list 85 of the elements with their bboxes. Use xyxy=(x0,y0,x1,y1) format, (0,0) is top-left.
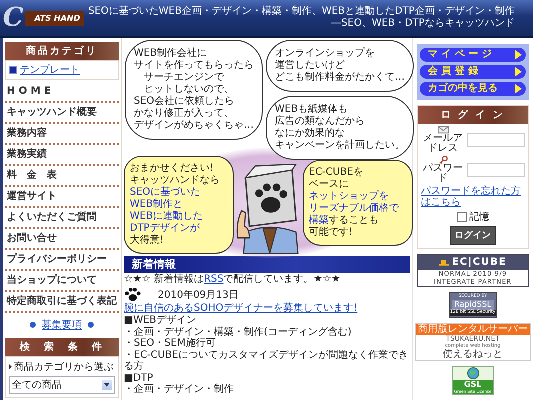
badge-brand: GSL xyxy=(453,380,493,389)
dot-icon xyxy=(30,322,36,328)
forgot-password-link[interactable]: パスワードを忘れた方はこちら xyxy=(418,186,528,208)
bubble-text: DTPデザインが xyxy=(130,223,201,234)
bubble-text: WEBに連動した xyxy=(130,211,204,223)
menu-item[interactable]: お問い合せ xyxy=(5,229,119,250)
menu-item[interactable]: プライバシーポリシー xyxy=(5,250,119,271)
bubble-text: ネットショップを xyxy=(309,191,390,202)
remember-checkbox[interactable] xyxy=(456,212,466,222)
category-select[interactable]: 全ての商品 xyxy=(9,376,115,394)
news-text-line: ■DTP xyxy=(124,372,154,384)
tagline: SEOに基づいたWEB企画・デザイン・構築・制作、WEBと連動したDTP企画・デザイン・制作 xyxy=(88,6,515,18)
news-date: 2010年09月13日 xyxy=(158,288,239,302)
news-text-line: ■WEBデザイン xyxy=(124,315,198,326)
section-header: 検 索 条 件 xyxy=(5,338,119,356)
news-intro: ☆★☆ 新着情報はRSSで配信しています。★☆★ xyxy=(124,274,342,285)
bubble-text: サーチエンジンで xyxy=(143,72,225,84)
paw-icon xyxy=(124,287,142,302)
remember-label: 記憶 xyxy=(470,210,490,224)
bubble-text: かなり修正が入って、 xyxy=(134,108,235,120)
menu-item[interactable]: よくいただくご質問 xyxy=(5,208,119,229)
banner-text: 商用版レンタルサーバー xyxy=(416,324,530,335)
news-link[interactable]: 腕に自信のあるSOHOデザイナーを募集しています! xyxy=(124,303,410,315)
member-nav-button[interactable]: マ イ ペ ー ジ xyxy=(420,48,526,62)
section-header: ロ グ イ ン xyxy=(418,106,528,124)
password-field[interactable] xyxy=(467,163,525,177)
bubble-text: WEBも紙媒体も xyxy=(275,104,350,116)
member-nav-button[interactable]: カゴの中を見る xyxy=(420,82,526,96)
globe-icon xyxy=(466,367,480,380)
menu-item[interactable]: 運営サイト xyxy=(5,187,119,208)
envelope-icon xyxy=(438,126,448,134)
seal-brand: RapidSSL xyxy=(452,300,494,310)
bubble-text: WEB制作と xyxy=(130,199,184,210)
email-field[interactable] xyxy=(467,133,525,147)
news-text-line: ・SEO・SEM施行可 xyxy=(124,338,217,350)
bubble-text: リーズナブル価格で xyxy=(309,203,400,214)
logo-text: ATS HAND xyxy=(24,10,84,26)
slogan: ―SEO、WEB・DTPならキャッツハンド xyxy=(331,18,515,30)
hat-icon xyxy=(439,258,450,266)
bubble-text: 構築することも xyxy=(309,215,380,226)
news-text-line: ・企画・デザイン・構築・制作(コーディング含む) xyxy=(124,326,353,338)
member-nav-button[interactable]: 会 員 登 録 xyxy=(420,65,526,79)
square-bullet-icon xyxy=(9,66,17,74)
menu-item[interactable]: 当ショップについて xyxy=(5,271,119,292)
category-link[interactable]: テンプレート xyxy=(20,63,80,77)
banner-text: 使えるねっと xyxy=(443,349,503,360)
bubble-text: ベースに xyxy=(309,179,350,191)
menu-item[interactable]: 特定商取引に基づく表記 xyxy=(5,292,119,313)
email-label: メールアドレス xyxy=(422,134,464,154)
bubble-text: 大得意! xyxy=(130,235,166,247)
bubble-text: 可能です! xyxy=(309,227,354,239)
menu-item[interactable]: 料 金 表 xyxy=(5,166,119,187)
logo-initial: C xyxy=(3,3,24,33)
recruit-link[interactable]: 募集要項 xyxy=(42,318,82,332)
bubble-text: 広告の類なんだから xyxy=(275,116,366,128)
menu-item[interactable]: H O M E xyxy=(5,82,119,103)
menu-item[interactable]: 業務内容 xyxy=(5,124,119,145)
bubble-text: オンラインショップを xyxy=(275,48,376,60)
bubble-text: どこも制作料金がたかくて… xyxy=(275,72,406,84)
bubble-text: ヒットしないので、 xyxy=(143,84,235,96)
menu-item[interactable]: 業務実績 xyxy=(5,145,119,166)
bubble-text: SEOに基づいた xyxy=(130,187,202,198)
bubble-text: 運営したいけど xyxy=(275,60,346,72)
menu-item[interactable]: キャッツハンド概要 xyxy=(5,103,119,124)
search-label: 商品カテゴリから選ぶ xyxy=(14,360,114,374)
bubble-text: キャッツハンドなら xyxy=(130,175,221,186)
bubble-text: おまかせください! xyxy=(130,163,216,175)
news-text-line: ・EC-CUBEについてカスタマイズデザインが問題なく作業できる方 xyxy=(124,350,410,372)
bubble-text: SEO会社に依頼したら xyxy=(134,96,236,108)
key-icon xyxy=(438,156,448,164)
section-header: 商品カテゴリ xyxy=(5,42,119,60)
password-label: パスワード xyxy=(422,164,464,184)
bubble-text: なにか効果的な xyxy=(275,128,345,140)
bubble-text: キャンペーンを計画したい。 xyxy=(275,140,406,152)
bubble-text: EC-CUBEを xyxy=(309,167,364,179)
news-header: 新着情報 xyxy=(124,256,410,273)
banner-brand: EC|CUBE xyxy=(452,257,507,268)
dot-icon xyxy=(88,322,94,328)
bubble-text: サイトを作ってもらったら xyxy=(134,60,255,72)
bubble-text: WEB制作会社に xyxy=(134,48,208,60)
triangle-bullet-icon xyxy=(9,364,12,370)
rss-link[interactable]: RSS xyxy=(204,274,224,285)
news-text-line: ・企画・デザイン・制作 xyxy=(124,384,235,396)
bubble-text: デザインがめちゃくちゃ… xyxy=(134,120,255,132)
login-button[interactable]: ログイン xyxy=(450,226,496,245)
